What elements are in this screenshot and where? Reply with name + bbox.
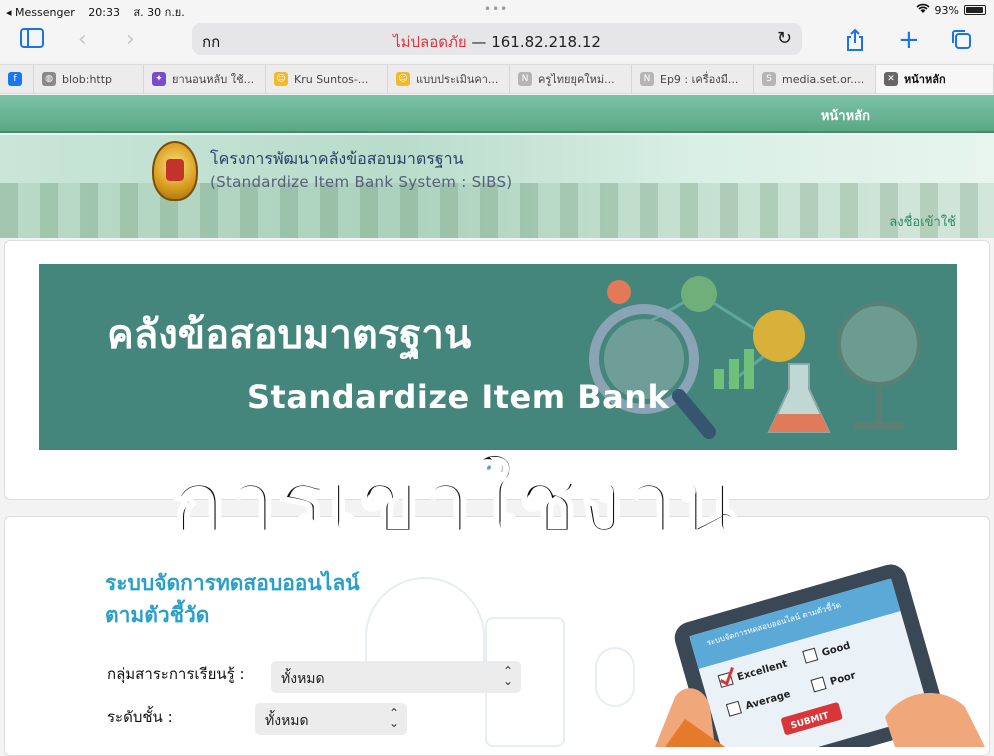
site-header-banner: โครงการพัฒนาคลังข้อสอบมาตรฐาน (Standardi… xyxy=(0,135,994,238)
nav-home-link[interactable]: หน้าหลัก xyxy=(821,105,870,126)
site-title-th: โครงการพัฒนาคลังข้อสอบมาตรฐาน xyxy=(210,149,464,168)
sidebar-icon[interactable] xyxy=(20,28,44,54)
tablet-survey-illustration: ระบบจัดการทดสอบออนไลน์ ตามตัวชี้วัด Exce… xyxy=(655,564,985,747)
browser-tab-label: ครูไทยยุคใหม่... xyxy=(538,73,615,86)
browser-tab[interactable]: Smedia.set.or.... xyxy=(754,65,876,93)
address-bar[interactable]: กก ไม่ปลอดภัย — 161.82.218.12 ↻ xyxy=(192,23,802,55)
tab-overview-icon[interactable] xyxy=(950,28,972,56)
browser-tab-label: ยานอนหลับ ใช้... xyxy=(172,73,255,86)
new-tab-icon[interactable]: + xyxy=(898,27,920,53)
tab-bar: f ◍ blob:http ✦ ยานอนหลับ ใช้... ☺ Kru Suntos-… xyxy=(0,64,994,94)
back-icon[interactable]: ‹ xyxy=(78,28,87,52)
mouse-illustration xyxy=(595,647,635,707)
smiley-icon: ☺ xyxy=(274,72,288,86)
n-letter-icon: N xyxy=(518,72,532,86)
level-select-value: ทั้งหมด xyxy=(265,713,309,729)
chevron-updown-icon: ⌃ ⌄ xyxy=(388,706,399,730)
carousel-heading-th: คลังข้อสอบมาตรฐาน xyxy=(107,312,472,358)
smiley-icon: ☺ xyxy=(396,72,410,86)
url-separator: — xyxy=(466,33,492,51)
browser-tab[interactable]: f xyxy=(0,65,34,93)
ministry-emblem-logo xyxy=(152,141,198,201)
login-link[interactable]: ลงชื่อเข้าใช้ xyxy=(889,211,956,232)
browser-tab[interactable]: ☺ แบบประเมินคา... xyxy=(388,65,510,93)
battery-icon xyxy=(964,5,986,15)
subject-select-value: ทั้งหมด xyxy=(281,671,325,687)
status-date: ส. 30 ก.ย. xyxy=(133,6,185,19)
browser-tab-label: blob:http xyxy=(62,72,113,86)
site-title-en: (Standardize Item Bank System : SIBS) xyxy=(210,173,513,191)
section-title-line1: ระบบจัดการทดสอบออนไลน์ xyxy=(105,571,360,595)
battery-percent: 93% xyxy=(934,3,959,17)
forest-background xyxy=(0,183,994,238)
browser-tab-label: Kru Suntos-... xyxy=(294,72,369,86)
subject-select[interactable]: ทั้งหมด ⌃ ⌄ xyxy=(271,661,521,693)
wifi-icon xyxy=(915,3,930,17)
globe-icon: ◍ xyxy=(42,72,56,86)
browser-tab-label: Ep9 : เครื่องมื... xyxy=(660,73,739,86)
n-letter-icon: N xyxy=(640,72,654,86)
back-to-app-link[interactable]: ◂ Messenger xyxy=(6,6,75,19)
site-nav-bar: หน้าหลัก xyxy=(0,95,994,133)
browser-tab[interactable]: N Ep9 : เครื่องมื... xyxy=(632,65,754,93)
carousel-slide[interactable]: คลังข้อสอบมาตรฐาน Standardize Item Bank xyxy=(39,264,957,450)
reload-icon[interactable]: ↻ xyxy=(777,28,792,49)
purple-app-icon: ✦ xyxy=(152,72,166,86)
level-select[interactable]: ทั้งหมด ⌃ ⌄ xyxy=(255,703,407,735)
browser-tab[interactable]: ✕ หน้าหลัก xyxy=(876,65,994,93)
browser-tab[interactable]: ✦ ยานอนหลับ ใช้... xyxy=(144,65,266,93)
status-time: 20:33 xyxy=(88,6,120,19)
browser-tab-label: หน้าหลัก xyxy=(904,73,946,86)
section-title-line2: ตามตัวชี้วัด xyxy=(105,603,210,627)
chevron-updown-icon: ⌃ ⌄ xyxy=(502,664,513,688)
overlay-title: การเข้าใช้งาน xyxy=(171,450,739,553)
facebook-icon: f xyxy=(8,72,22,86)
browser-tab[interactable]: N ครูไทยยุคใหม่... xyxy=(510,65,632,93)
share-icon[interactable] xyxy=(845,28,865,58)
forward-icon[interactable]: › xyxy=(126,28,135,52)
browser-tab-label: แบบประเมินคา... xyxy=(416,73,499,86)
browser-tab[interactable]: ☺ Kru Suntos-... xyxy=(266,65,388,93)
url-text: 161.82.218.12 xyxy=(491,33,601,51)
browser-tab-label: media.set.or.... xyxy=(782,72,865,86)
insecure-label: ไม่ปลอดภัย xyxy=(393,33,467,51)
s-letter-icon: S xyxy=(762,72,776,86)
browser-tab[interactable]: ◍ blob:http xyxy=(34,65,144,93)
multitasking-dots-icon[interactable]: ••• xyxy=(484,2,508,16)
carousel-heading-en: Standardize Item Bank xyxy=(247,378,670,416)
level-label: ระดับชั้น : xyxy=(107,708,173,726)
close-tab-icon[interactable]: ✕ xyxy=(884,72,898,86)
browser-toolbar: ‹ › กก ไม่ปลอดภัย — 161.82.218.12 ↻ + xyxy=(0,20,994,62)
subject-label: กลุ่มสาระการเรียนรู้ : xyxy=(107,665,245,683)
status-bar: ◂ Messenger 20:33 ส. 30 ก.ย. ••• 93% xyxy=(0,0,994,20)
